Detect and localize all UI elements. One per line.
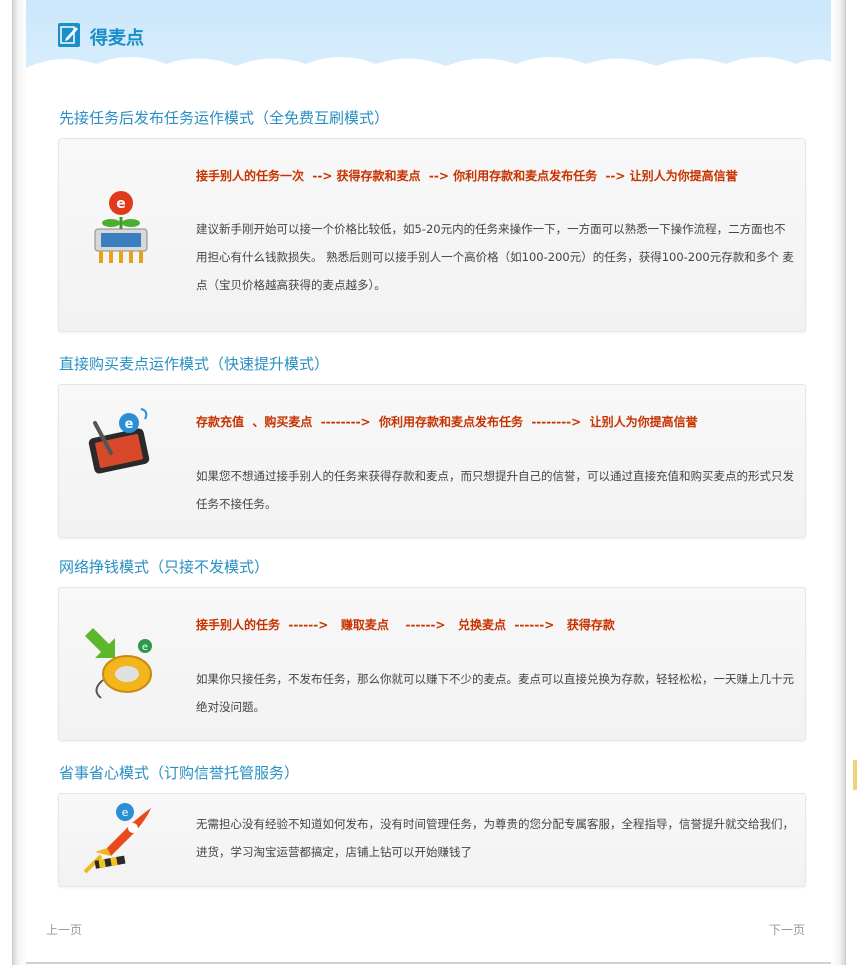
section-heading-4: 省事省心模式（订购信誉托管服务） — [59, 764, 300, 782]
section-description-3: 如果你只接任务，不发布任务，那么你就可以赚下不少的麦点。麦点可以直接兑换为存款，… — [196, 672, 794, 714]
svg-text:e: e — [125, 417, 134, 432]
page-title: 得麦点 — [90, 28, 144, 49]
mouse-download-icon: e — [85, 628, 152, 699]
section-card-2: e 存款充值 、购买麦点 --------> 你利用存款和麦点发布任务 ----… — [58, 384, 806, 538]
svg-text:e: e — [122, 806, 129, 819]
chip-flower-icon: e — [94, 191, 148, 263]
edge-marker — [853, 760, 857, 790]
edit-icon — [58, 23, 80, 47]
book-spine-left — [12, 0, 27, 965]
tablet-pen-icon: e — [88, 408, 150, 474]
book-frame: 得麦点 先接任务后发布任务运作模式（全免费互刷模式） e 接手别人的任务一次 -… — [0, 0, 857, 965]
section-card-1: e 接手别人的任务一次 --> 获得存款和麦点 --> 你利用存款和麦点发布任务… — [58, 138, 806, 332]
svg-text:e: e — [142, 642, 148, 653]
section-heading-1: 先接任务后发布任务运作模式（全免费互刷模式） — [59, 109, 390, 127]
next-page-link[interactable]: 下一页 — [769, 921, 805, 938]
section-heading-2: 直接购买麦点运作模式（快速提升模式） — [59, 355, 330, 373]
prev-page-link[interactable]: 上一页 — [46, 921, 82, 938]
svg-text:e: e — [116, 196, 126, 212]
book-spine-right — [831, 0, 846, 965]
section-description-2: 如果您不想通过接手别人的任务来获得存款和麦点，而只想提升自己的信誉，可以通过直接… — [196, 469, 794, 511]
process-flow-2: 存款充值 、购买麦点 --------> 你利用存款和麦点发布任务 ------… — [196, 415, 698, 429]
section-description-1: 建议新手刚开始可以接一个价格比较低，如5-20元内的任务来操作一下，一方面可以熟… — [196, 222, 794, 292]
page-header: 得麦点 — [26, 0, 831, 78]
section-card-4: e 无需担心没有经验不知道如何发布，没有时间管理任务，为尊贵的您分配专属客服，全… — [58, 793, 806, 887]
cloud-border — [26, 57, 831, 78]
book-page: 得麦点 先接任务后发布任务运作模式（全免费互刷模式） e 接手别人的任务一次 -… — [26, 0, 831, 964]
section-card-3: e 接手别人的任务 ------> 赚取麦点 ------> 兑换麦点 ----… — [58, 587, 806, 741]
process-flow-1: 接手别人的任务一次 --> 获得存款和麦点 --> 你利用存款和麦点发布任务 -… — [196, 169, 738, 183]
process-flow-3: 接手别人的任务 ------> 赚取麦点 ------> 兑换麦点 ------… — [196, 618, 615, 632]
rocket-icon: e — [83, 803, 151, 874]
section-description-4: 无需担心没有经验不知道如何发布，没有时间管理任务，为尊贵的您分配专属客服，全程指… — [196, 817, 794, 859]
section-heading-3: 网络挣钱模式（只接不发模式） — [59, 558, 270, 576]
